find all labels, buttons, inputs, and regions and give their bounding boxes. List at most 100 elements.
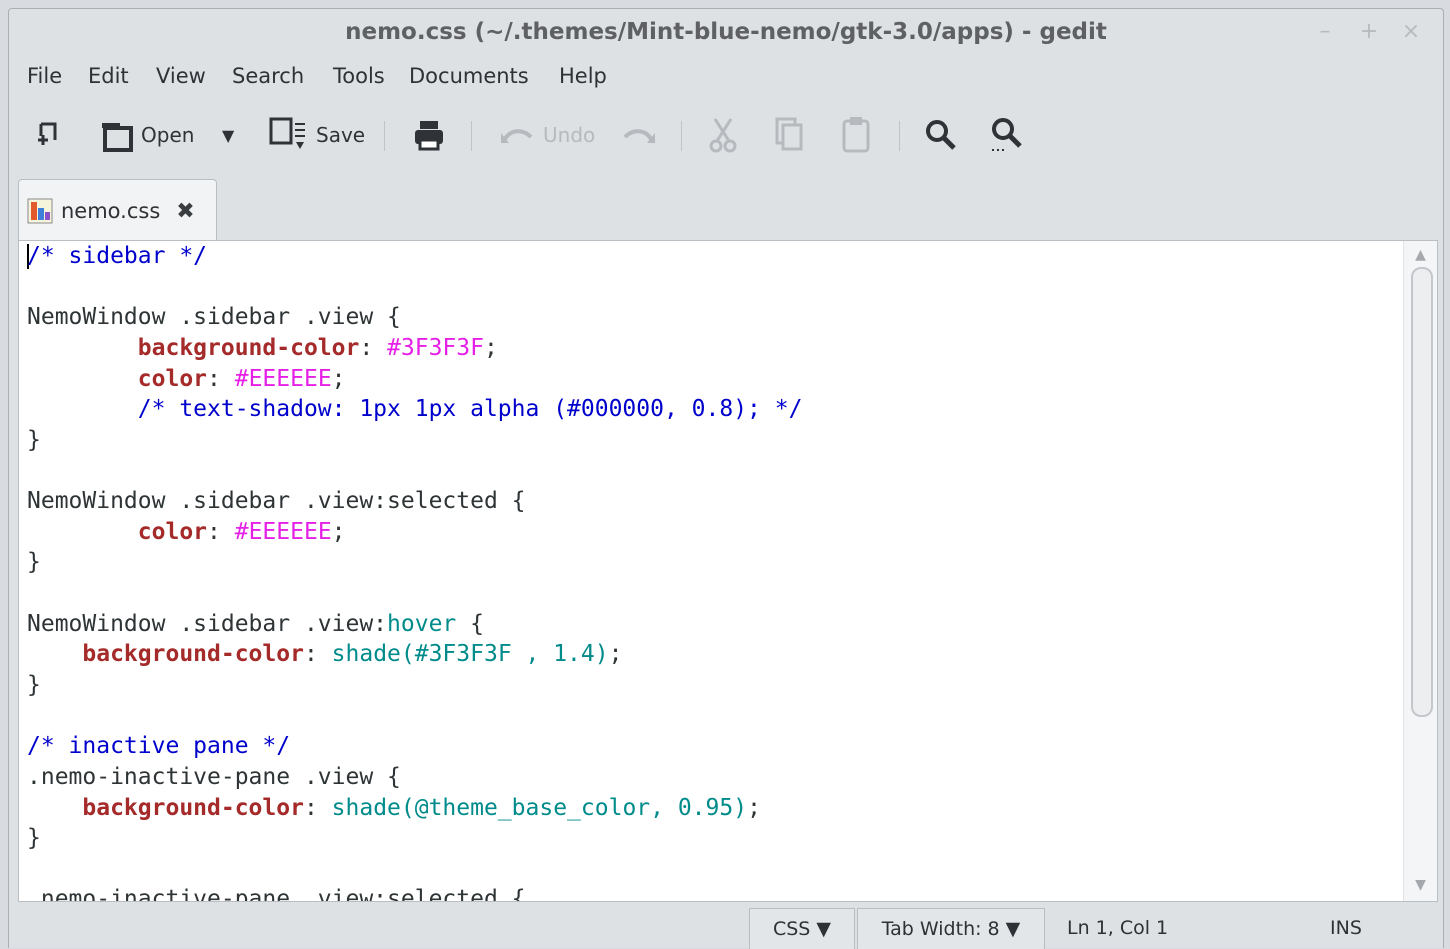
code-token: ; xyxy=(331,518,346,545)
tab-close-icon[interactable]: ✖ xyxy=(176,199,194,224)
menu-edit[interactable]: Edit xyxy=(88,59,129,93)
code-line[interactable]: } xyxy=(27,425,1397,456)
code-line[interactable] xyxy=(27,701,1397,732)
tab-nemo-css[interactable]: nemo.css ✖ xyxy=(18,179,217,242)
code-token: : xyxy=(303,641,332,668)
insert-mode: INS xyxy=(1330,917,1362,939)
open-recent-dropdown[interactable]: ▼ xyxy=(222,109,234,161)
tab-width-selector[interactable]: Tab Width: 8 ▼ xyxy=(857,908,1045,949)
menu-file[interactable]: File xyxy=(27,59,62,93)
paste-icon xyxy=(842,117,870,153)
code-line[interactable]: background-color: shade(#3F3F3F , 1.4); xyxy=(27,639,1397,670)
paste-button[interactable] xyxy=(841,109,871,161)
menu-documents[interactable]: Documents xyxy=(409,59,529,93)
code-token: ; xyxy=(331,365,346,392)
code-line[interactable]: /* sidebar */ xyxy=(27,241,1397,272)
document-tab-bar: nemo.css ✖ xyxy=(9,179,1443,242)
find-replace-button[interactable] xyxy=(989,109,1023,161)
save-button[interactable]: Save xyxy=(268,109,365,161)
vertical-scrollbar[interactable]: ▲ ▼ xyxy=(1403,241,1437,901)
undo-icon xyxy=(501,129,533,143)
code-line[interactable]: background-color: #3F3F3F; xyxy=(27,333,1397,364)
save-icon xyxy=(269,117,305,149)
scroll-down-arrow-icon[interactable]: ▼ xyxy=(1404,877,1437,893)
open-button[interactable]: Open xyxy=(99,109,194,161)
status-bar: CSS ▼ Tab Width: 8 ▼ Ln 1, Col 1 INS xyxy=(9,902,1443,949)
code-token: NemoWindow .sidebar .view { xyxy=(27,304,401,331)
code-line[interactable]: NemoWindow .sidebar .view:selected { xyxy=(27,486,1397,517)
code-token: } xyxy=(27,825,41,852)
code-token: .nemo-inactive-pane .view { xyxy=(27,763,401,790)
toolbar: Open ▼ Save Undo xyxy=(9,109,1443,165)
code-token: shade(@theme_base_color, 0.95) xyxy=(331,794,748,821)
code-line[interactable]: .nemo-inactive-pane .view:selected { xyxy=(27,884,1397,901)
code-token: /* inactive pane */ xyxy=(27,733,291,760)
menu-view[interactable]: View xyxy=(156,59,206,93)
tab-label: nemo.css xyxy=(61,199,161,223)
code-line[interactable]: NemoWindow .sidebar .view:hover { xyxy=(27,609,1397,640)
redo-icon xyxy=(623,129,655,143)
code-line[interactable]: } xyxy=(27,547,1397,578)
menu-help[interactable]: Help xyxy=(559,59,607,93)
print-button[interactable] xyxy=(412,109,446,161)
close-button[interactable]: × xyxy=(1398,17,1424,47)
code-line[interactable]: } xyxy=(27,823,1397,854)
title-bar[interactable]: nemo.css (~/.themes/Mint-blue-nemo/gtk-3… xyxy=(9,9,1443,59)
code-token: /* sidebar */ xyxy=(27,243,208,269)
code-token: background-color xyxy=(82,641,304,668)
code-token: : xyxy=(359,334,388,361)
code-line[interactable]: background-color: shade(@theme_base_colo… xyxy=(27,793,1397,824)
code-token: : xyxy=(207,365,235,392)
code-token: #EEEEEE xyxy=(234,365,332,392)
new-document-button[interactable] xyxy=(35,109,61,161)
code-token: background-color xyxy=(137,334,360,361)
code-token: ; xyxy=(483,334,498,361)
language-selector[interactable]: CSS ▼ xyxy=(749,908,855,949)
code-line[interactable] xyxy=(27,455,1397,486)
code-line[interactable]: .nemo-inactive-pane .view { xyxy=(27,762,1397,793)
code-line[interactable] xyxy=(27,854,1397,885)
cursor-position: Ln 1, Col 1 xyxy=(1067,917,1169,939)
code-token: ; xyxy=(747,794,761,821)
menu-tools[interactable]: Tools xyxy=(333,59,385,93)
window-title: nemo.css (~/.themes/Mint-blue-nemo/gtk-3… xyxy=(345,19,1107,45)
copy-button[interactable] xyxy=(775,109,803,161)
scrollbar-thumb[interactable] xyxy=(1411,267,1433,717)
minimize-button[interactable]: – xyxy=(1312,17,1338,47)
cut-icon xyxy=(709,118,737,153)
code-token: background-color xyxy=(82,794,304,821)
code-line[interactable]: color: #EEEEEE; xyxy=(27,364,1397,395)
code-token: #3F3F3F xyxy=(387,334,484,361)
maximize-button[interactable]: + xyxy=(1356,17,1382,47)
scroll-up-arrow-icon[interactable]: ▲ xyxy=(1404,247,1437,263)
code-line[interactable] xyxy=(27,272,1397,303)
redo-button[interactable] xyxy=(621,109,657,161)
undo-button[interactable]: Undo xyxy=(499,109,595,161)
code-line[interactable] xyxy=(27,578,1397,609)
menu-bar: File Edit View Search Tools Documents He… xyxy=(9,59,1443,93)
code-line[interactable]: /* inactive pane */ xyxy=(27,731,1397,762)
open-label: Open xyxy=(141,123,195,147)
code-line[interactable]: /* text-shadow: 1px 1px alpha (#000000, … xyxy=(27,394,1397,425)
text-editor[interactable]: /* sidebar */ NemoWindow .sidebar .view … xyxy=(18,240,1438,902)
cut-button[interactable] xyxy=(709,109,737,161)
code-token: } xyxy=(27,426,41,453)
menu-search[interactable]: Search xyxy=(232,59,304,93)
code-token: } xyxy=(27,671,41,698)
code-token: NemoWindow .sidebar .view: xyxy=(27,610,388,637)
code-token: /* text-shadow: 1px 1px alpha (#000000, … xyxy=(137,396,803,423)
code-view[interactable]: /* sidebar */ NemoWindow .sidebar .view … xyxy=(27,241,1397,901)
toolbar-separator xyxy=(681,121,682,151)
code-line[interactable]: color: #EEEEEE; xyxy=(27,517,1397,548)
code-line[interactable]: } xyxy=(27,670,1397,701)
save-label: Save xyxy=(316,123,366,147)
new-document-icon xyxy=(38,122,57,145)
toolbar-separator xyxy=(471,121,472,151)
code-line[interactable]: NemoWindow .sidebar .view { xyxy=(27,302,1397,333)
print-icon xyxy=(415,121,443,151)
code-token: color xyxy=(137,518,208,545)
find-button[interactable] xyxy=(924,109,958,161)
code-token: shade(#3F3F3F , 1.4) xyxy=(331,641,609,668)
